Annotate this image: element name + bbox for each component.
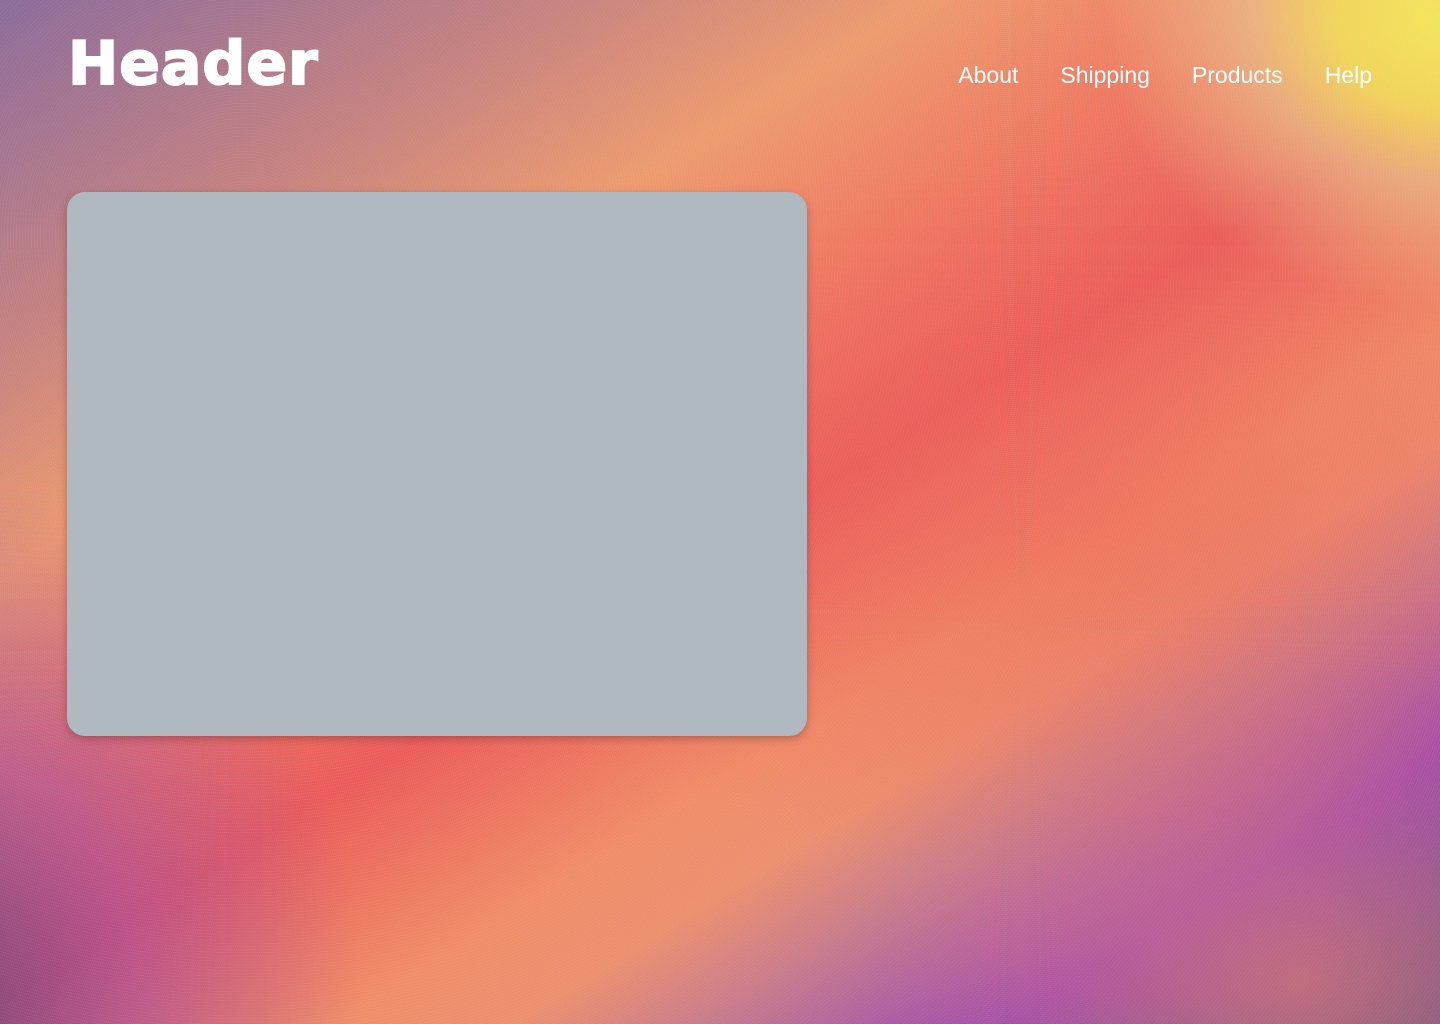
- main-nav: About Shipping Products Help: [958, 60, 1372, 90]
- nav-link-help[interactable]: Help: [1325, 60, 1372, 90]
- nav-link-about[interactable]: About: [958, 60, 1018, 90]
- nav-link-shipping[interactable]: Shipping: [1060, 60, 1150, 90]
- logo[interactable]: Header: [67, 33, 319, 95]
- site-header: Header About Shipping Products Help: [0, 0, 1440, 150]
- content-card-placeholder: [67, 192, 807, 736]
- nav-link-products[interactable]: Products: [1192, 60, 1283, 90]
